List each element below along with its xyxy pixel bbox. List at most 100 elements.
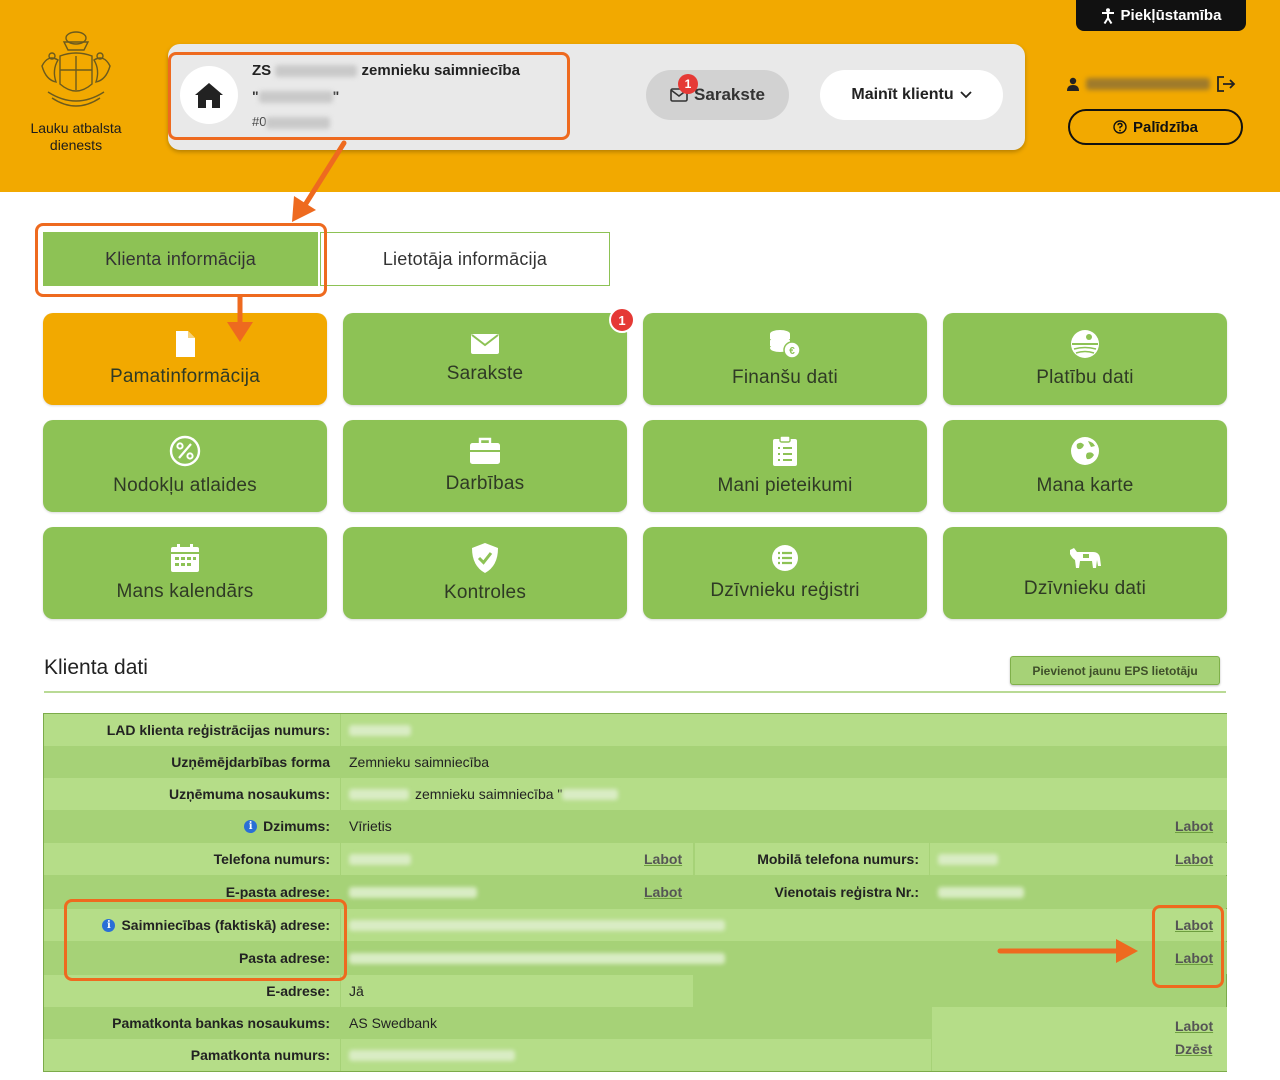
- messages-button[interactable]: 1 Sarakste: [646, 70, 789, 120]
- section-divider: [44, 691, 1226, 693]
- tile-animal-registers[interactable]: Dzīvnieku reģistri: [643, 527, 927, 619]
- edit-postal-address-link[interactable]: Labot: [1175, 950, 1213, 966]
- client-name-suffix: zemnieku saimniecība: [361, 62, 520, 79]
- coins-euro-icon: €: [770, 330, 801, 359]
- globe-icon: [1071, 437, 1099, 465]
- home-icon: [195, 83, 223, 108]
- gender-label-text: Dzimums:: [263, 818, 330, 834]
- tile-my-map[interactable]: Mana karte: [943, 420, 1227, 512]
- logout-icon[interactable]: [1216, 75, 1236, 93]
- tile-messages[interactable]: Sarakste 1: [343, 307, 635, 405]
- arrowhead: [292, 196, 316, 222]
- edit-email-link[interactable]: Labot: [644, 884, 682, 900]
- client-id-prefix: #0: [252, 114, 267, 129]
- messages-badge: 1: [678, 74, 698, 94]
- change-client-button[interactable]: Mainīt klientu: [820, 70, 1003, 120]
- user-menu[interactable]: [1066, 72, 1246, 96]
- redacted-text: [275, 65, 358, 78]
- eaddress-label: E-adrese:: [44, 975, 340, 1007]
- tile-my-calendar[interactable]: Mans kalendārs: [43, 527, 327, 619]
- messages-label: Sarakste: [694, 85, 765, 104]
- edit-farm-address-link[interactable]: Labot: [1175, 917, 1213, 933]
- info-icon[interactable]: i: [244, 819, 258, 833]
- tile-my-applications[interactable]: Mani pieteikumi: [643, 420, 927, 512]
- edit-mobile-link[interactable]: Labot: [1175, 851, 1213, 867]
- account-number-value: [341, 1039, 931, 1071]
- quote-open: ": [252, 88, 259, 104]
- company-name-text: zemnieku saimniecība ": [415, 786, 563, 802]
- tile-label: Mani pieteikumi: [717, 475, 853, 496]
- list-circle-icon: [772, 545, 798, 571]
- svg-text:€: €: [789, 346, 795, 357]
- email-label: E-pasta adrese:: [44, 876, 340, 908]
- clipboard-list-icon: [773, 435, 797, 466]
- tile-animal-data[interactable]: Dzīvnieku dati: [943, 527, 1227, 619]
- tile-area-data[interactable]: Platību dati: [943, 313, 1227, 405]
- postal-address-value: [341, 942, 1227, 974]
- add-eps-user-button[interactable]: Pievienot jaunu EPS lietotāju: [1010, 656, 1220, 685]
- lad-logo[interactable]: Lauku atbalsta dienests: [22, 26, 130, 154]
- company-name-value: zemnieku saimniecība ": [341, 778, 1227, 810]
- tab-client-info[interactable]: Klienta informācija: [43, 232, 318, 286]
- reg-number-value: [341, 714, 1227, 746]
- delete-account-link[interactable]: Dzēst: [1175, 1041, 1212, 1057]
- client-data-table: LAD klienta reģistrācijas numurs: Uzņēmē…: [43, 713, 1227, 1072]
- chevron-down-icon: [959, 91, 972, 99]
- client-card: ZS zemnieku saimniecība " " #0 1 Sarakste…: [168, 44, 1025, 150]
- tile-label: Finanšu dati: [732, 367, 838, 388]
- tile-actions[interactable]: Darbības: [343, 420, 627, 512]
- farm-address-label-text: Saimniecības (faktiskā) adrese:: [121, 917, 330, 933]
- tile-basic-info[interactable]: Pamatinformācija: [43, 313, 327, 405]
- unified-reg-value: [930, 876, 1227, 908]
- business-form-value: Zemnieku saimniecība: [341, 746, 1227, 778]
- phone-label: Telefona numurs:: [44, 843, 340, 875]
- edit-phone-link[interactable]: Labot: [644, 851, 682, 867]
- logo-line-1: Lauku atbalsta: [30, 120, 122, 136]
- info-icon[interactable]: i: [102, 918, 116, 932]
- percent-icon: [169, 435, 201, 467]
- cow-icon: [1070, 548, 1101, 568]
- redacted-username: [1086, 78, 1210, 90]
- tile-finance[interactable]: € Finanšu dati: [643, 313, 927, 405]
- farm-address-value: [341, 909, 1227, 941]
- client-id: #0: [252, 114, 331, 129]
- help-label: Palīdzība: [1132, 118, 1199, 136]
- tile-label: Dzīvnieku reģistri: [710, 580, 860, 601]
- tile-controls[interactable]: Kontroles: [343, 527, 627, 619]
- tab-client-info-label: Klienta informācija: [105, 248, 256, 269]
- postal-address-label: Pasta adrese:: [44, 942, 340, 974]
- gender-label: i Dzimums:: [44, 810, 340, 842]
- reg-number-label: LAD klienta reģistrācijas numurs:: [44, 714, 340, 746]
- accessibility-button[interactable]: Piekļūstamība: [1076, 0, 1246, 31]
- edit-account-link[interactable]: Labot: [1175, 1018, 1213, 1034]
- tile-label: Mans kalendārs: [116, 581, 254, 602]
- client-prefix: ZS: [252, 62, 272, 79]
- logo-line-2: dienests: [49, 137, 103, 153]
- tile-label: Sarakste: [446, 363, 524, 384]
- tab-user-info-label: Lietotāja informācija: [382, 248, 548, 269]
- tile-label: Pamatinformācija: [110, 366, 260, 387]
- account-number-label: Pamatkonta numurs:: [44, 1039, 340, 1071]
- home-button[interactable]: [180, 66, 238, 124]
- field-icon: [1071, 330, 1099, 358]
- email-value: [341, 876, 693, 908]
- bank-name-value: AS Swedbank: [341, 1007, 931, 1039]
- tab-user-info[interactable]: Lietotāja informācija: [320, 232, 610, 286]
- bank-name-label: Pamatkonta bankas nosaukums:: [44, 1007, 340, 1039]
- company-name-label: Uzņēmuma nosaukums:: [44, 778, 340, 810]
- tile-tax-relief[interactable]: Nodokļu atlaides: [43, 420, 327, 512]
- briefcase-icon: [470, 437, 500, 464]
- tile-label: Kontroles: [443, 582, 527, 603]
- envelope-icon: [471, 334, 499, 354]
- document-icon: [176, 331, 195, 357]
- tile-label: Dzīvnieku dati: [1023, 578, 1147, 599]
- account-actions-cell: [932, 1007, 1227, 1071]
- redacted-text: [266, 116, 331, 129]
- phone-value: [341, 843, 693, 875]
- edit-gender-link[interactable]: Labot: [1175, 818, 1213, 834]
- help-button[interactable]: Palīdzība: [1068, 109, 1243, 145]
- client-name: ZS zemnieku saimniecība: [252, 62, 520, 79]
- tile-label: Nodokļu atlaides: [113, 475, 257, 496]
- eaddress-value: Jā: [341, 975, 693, 1007]
- business-form-label: Uzņēmējdarbības forma: [44, 746, 340, 778]
